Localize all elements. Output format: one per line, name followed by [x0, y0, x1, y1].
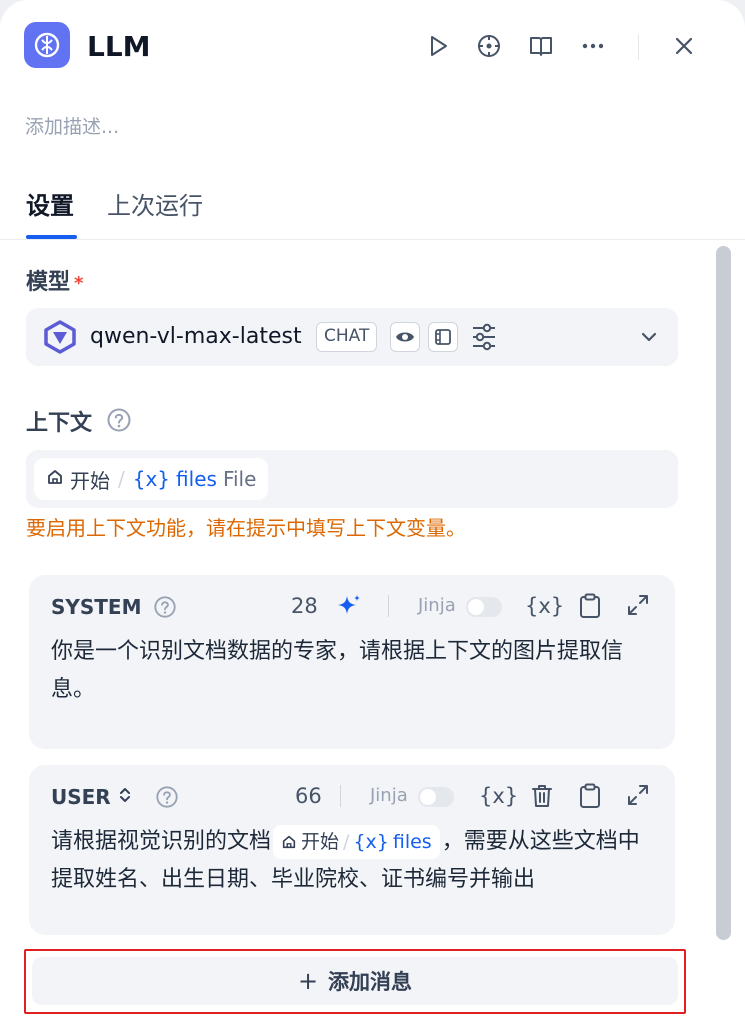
chip-node-name: 开始 — [301, 831, 340, 853]
video-icon — [428, 322, 458, 352]
active-tab-indicator — [26, 235, 77, 239]
token-count: 28 — [291, 594, 318, 618]
context-label: 上下文 — [26, 411, 93, 436]
trash-icon[interactable] — [529, 782, 555, 814]
user-prompt-card: USER 66 Jinja {x} 请根据视觉识别的文档 开始 / {x} files，… — [29, 765, 675, 935]
card-divider — [388, 595, 389, 617]
system-prompt-card: SYSTEM 28 Jinja {x} 你是一个识别文档数据的专家，请根据上下文… — [29, 575, 675, 749]
llm-node-panel: LLM 添加描述... 设置 上次运行 模型 * qwen-vl-max-lat… — [0, 0, 745, 1024]
description-input[interactable]: 添加描述... — [25, 112, 119, 139]
panel-tabs: 设置 上次运行 — [0, 180, 745, 240]
variable-icon: {x} — [132, 467, 171, 491]
help-icon[interactable] — [106, 407, 132, 437]
context-variable-box[interactable]: 开始 / {x} files File — [26, 450, 678, 508]
jinja-label: Jinja — [418, 595, 456, 616]
play-icon[interactable] — [424, 32, 452, 60]
close-icon[interactable] — [670, 32, 698, 60]
home-icon — [46, 467, 64, 491]
token-count: 66 — [295, 784, 322, 808]
expand-icon[interactable] — [625, 782, 651, 812]
prompt-text[interactable]: 请根据视觉识别的文档 开始 / {x} files ，需要从这些文档中提取姓名、出生日期、… — [51, 823, 651, 899]
clipboard-icon[interactable] — [577, 592, 603, 624]
chip-variable-type: File — [222, 467, 257, 491]
jinja-toggle[interactable] — [418, 787, 454, 807]
add-message-highlight: + 添加消息 — [24, 949, 686, 1014]
crosshair-icon[interactable] — [475, 32, 503, 60]
vision-icon — [390, 322, 420, 352]
sparkle-icon[interactable] — [335, 592, 363, 624]
clipboard-icon[interactable] — [577, 782, 603, 814]
chip-variable-name: files — [392, 831, 432, 853]
add-message-label: 添加消息 — [328, 970, 413, 994]
brain-icon — [24, 22, 70, 68]
model-mode-badge: CHAT — [316, 322, 378, 352]
jinja-toggle[interactable] — [466, 597, 502, 617]
book-icon[interactable] — [527, 32, 555, 60]
plus-icon: + — [297, 967, 319, 995]
role-switch-icon[interactable] — [118, 785, 132, 809]
help-icon[interactable] — [155, 785, 179, 813]
insert-variable-icon[interactable]: {x} — [525, 594, 564, 618]
variable-icon: {x} — [353, 831, 389, 853]
card-divider — [340, 785, 341, 807]
chip-variable-name: files — [176, 467, 217, 491]
chevron-down-icon — [638, 326, 660, 352]
chip-node-name: 开始 — [70, 468, 110, 493]
tab-settings[interactable]: 设置 — [26, 186, 74, 221]
node-title[interactable]: LLM — [87, 30, 151, 63]
prompt-role-label: USER — [51, 785, 132, 809]
chip-separator: / — [118, 467, 125, 491]
context-variable-chip[interactable]: 开始 / {x} files File — [34, 458, 269, 500]
required-mark: * — [74, 273, 84, 294]
tab-last-run[interactable]: 上次运行 — [107, 186, 203, 221]
context-warning: 要启用上下文功能，请在提示中填写上下文变量。 — [26, 516, 466, 540]
model-selector[interactable]: qwen-vl-max-latest CHAT — [26, 308, 678, 366]
home-icon — [282, 835, 296, 849]
qwen-logo-icon — [42, 320, 78, 358]
model-label: 模型 * — [26, 270, 84, 295]
prompt-text[interactable]: 你是一个识别文档数据的专家，请根据上下文的图片提取信息。 — [51, 633, 651, 709]
header-divider — [638, 34, 639, 60]
sliders-icon[interactable] — [470, 322, 498, 356]
prompt-role-label: SYSTEM — [51, 595, 142, 619]
add-message-button[interactable]: + 添加消息 — [32, 957, 678, 1005]
model-name: qwen-vl-max-latest — [90, 324, 302, 349]
more-icon[interactable] — [579, 32, 607, 60]
scrollbar-thumb[interactable] — [716, 246, 731, 940]
help-icon[interactable] — [153, 595, 177, 623]
panel-header: LLM — [24, 22, 721, 78]
insert-variable-icon[interactable]: {x} — [479, 784, 518, 808]
jinja-label: Jinja — [370, 785, 408, 806]
expand-icon[interactable] — [625, 592, 651, 622]
inline-variable-chip[interactable]: 开始 / {x} files — [273, 825, 440, 859]
